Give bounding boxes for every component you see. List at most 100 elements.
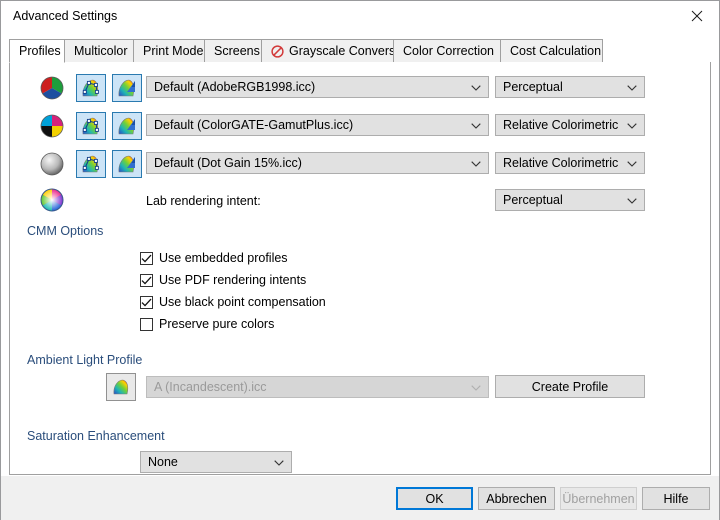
gray-sphere-icon — [40, 152, 64, 176]
chevron-down-icon — [471, 377, 481, 398]
color-wheel-icon — [40, 188, 64, 212]
gamut-curve-icon — [80, 78, 102, 98]
color-wheel-glyph — [40, 188, 64, 212]
title-bar: Advanced Settings — [1, 1, 719, 31]
dialog-footer: OK Abbrechen Übernehmen Hilfe — [1, 475, 719, 520]
cmyk-pie-glyph — [40, 114, 64, 138]
cmyk-pie-icon — [40, 114, 64, 138]
rgb-profile-value: Default (AdobeRGB1998.icc) — [154, 80, 315, 94]
chevron-down-icon — [471, 153, 481, 174]
cmyk-intent-value: Relative Colorimetric — [503, 118, 618, 132]
profiles-panel: Default (AdobeRGB1998.icc) Perceptual — [9, 62, 711, 475]
apply-label: Übernehmen — [562, 492, 634, 506]
tab-label: Cost Calculation — [510, 44, 601, 58]
checkbox-use-black-point-compensation[interactable]: Use black point compensation — [140, 293, 326, 311]
ambient-light-profile-heading: Ambient Light Profile — [27, 353, 142, 367]
chevron-down-icon — [627, 115, 637, 136]
cmm-options-heading: CMM Options — [27, 224, 103, 238]
chevron-down-icon — [471, 115, 481, 136]
checkbox-label: Use black point compensation — [159, 295, 326, 309]
ambient-gamut-button[interactable] — [106, 373, 136, 401]
rgb-pie-icon — [40, 76, 64, 100]
check-icon — [141, 298, 152, 307]
help-label: Hilfe — [663, 492, 688, 506]
cancel-label: Abbrechen — [486, 492, 546, 506]
rgb-intent-value: Perceptual — [503, 80, 563, 94]
tab-screens[interactable]: Screens — [204, 39, 262, 63]
tab-color-correction[interactable]: Color Correction — [393, 39, 501, 63]
chevron-down-icon — [627, 153, 637, 174]
gray-gamut-curve-button[interactable] — [76, 150, 106, 178]
apply-button: Übernehmen — [560, 487, 637, 510]
chevron-down-icon — [274, 452, 284, 473]
tab-multicolor[interactable]: Multicolor — [64, 39, 134, 63]
ok-label: OK — [425, 492, 443, 506]
gray-intent-combo[interactable]: Relative Colorimetric — [495, 152, 645, 174]
window-title: Advanced Settings — [13, 9, 117, 23]
gray-intent-value: Relative Colorimetric — [503, 156, 618, 170]
tab-label: Multicolor — [74, 44, 128, 58]
cmyk-gamut-curve-button[interactable] — [76, 112, 106, 140]
cmyk-intent-combo[interactable]: Relative Colorimetric — [495, 114, 645, 136]
gamut-curve-icon — [80, 154, 102, 174]
tab-cost-calculation[interactable]: Cost Calculation — [500, 39, 603, 63]
checkbox-box — [140, 296, 153, 309]
gray-profile-combo[interactable]: Default (Dot Gain 15%.icc) — [146, 152, 489, 174]
create-profile-label: Create Profile — [532, 380, 608, 394]
chevron-down-icon — [627, 77, 637, 98]
tab-label: Profiles — [19, 44, 61, 58]
create-profile-button[interactable]: Create Profile — [495, 375, 645, 398]
rgb-gamut-curve-button[interactable] — [76, 74, 106, 102]
advanced-settings-dialog: Advanced Settings Profiles Multicolor Pr… — [0, 0, 720, 520]
gray-sphere-glyph — [40, 152, 64, 176]
checkbox-label: Use embedded profiles — [159, 251, 288, 265]
checkbox-use-pdf-rendering-intents[interactable]: Use PDF rendering intents — [140, 271, 306, 289]
ambient-profile-value: A (Incandescent).icc — [154, 380, 267, 394]
tab-print-mode[interactable]: Print Mode — [133, 39, 205, 63]
saturation-enhancement-heading: Saturation Enhancement — [27, 429, 165, 443]
tab-label: Color Correction — [403, 44, 494, 58]
close-glyph — [691, 10, 703, 22]
rgb-gamut-button[interactable] — [112, 74, 142, 102]
saturation-combo[interactable]: None — [140, 451, 292, 473]
lab-intent-combo[interactable]: Perceptual — [495, 189, 645, 211]
cmyk-profile-value: Default (ColorGATE-GamutPlus.icc) — [154, 118, 353, 132]
gamut-icon — [116, 78, 138, 98]
saturation-value: None — [148, 455, 178, 469]
checkbox-box — [140, 252, 153, 265]
gray-gamut-button[interactable] — [112, 150, 142, 178]
cmyk-profile-combo[interactable]: Default (ColorGATE-GamutPlus.icc) — [146, 114, 489, 136]
no-entry-glyph — [271, 45, 284, 58]
gamut-icon — [116, 116, 138, 136]
checkbox-box — [140, 274, 153, 287]
checkbox-label: Preserve pure colors — [159, 317, 274, 331]
chevron-down-icon — [627, 190, 637, 211]
close-icon[interactable] — [674, 1, 719, 30]
tab-label: Print Mode — [143, 44, 203, 58]
cmyk-gamut-button[interactable] — [112, 112, 142, 140]
lab-rendering-intent-label: Lab rendering intent: — [146, 194, 261, 208]
rgb-profile-combo[interactable]: Default (AdobeRGB1998.icc) — [146, 76, 489, 98]
checkbox-use-embedded-profiles[interactable]: Use embedded profiles — [140, 249, 288, 267]
rgb-intent-combo[interactable]: Perceptual — [495, 76, 645, 98]
tab-label: Screens — [214, 44, 260, 58]
ambient-profile-combo: A (Incandescent).icc — [146, 376, 489, 398]
ok-button[interactable]: OK — [396, 487, 473, 510]
checkbox-preserve-pure-colors[interactable]: Preserve pure colors — [140, 315, 274, 333]
check-icon — [141, 254, 152, 263]
lab-intent-value: Perceptual — [503, 193, 563, 207]
rgb-pie-glyph — [40, 76, 64, 100]
gray-profile-value: Default (Dot Gain 15%.icc) — [154, 156, 302, 170]
checkbox-box — [140, 318, 153, 331]
gamut-icon — [110, 377, 132, 397]
checkbox-label: Use PDF rendering intents — [159, 273, 306, 287]
tab-bar: Profiles Multicolor Print Mode Screens G… — [9, 39, 711, 63]
chevron-down-icon — [471, 77, 481, 98]
help-button[interactable]: Hilfe — [642, 487, 710, 510]
check-icon — [141, 276, 152, 285]
cancel-button[interactable]: Abbrechen — [478, 487, 555, 510]
no-entry-icon — [271, 45, 284, 58]
gamut-icon — [116, 154, 138, 174]
tab-grayscale-conversion[interactable]: Grayscale Conversion — [261, 39, 394, 63]
tab-profiles[interactable]: Profiles — [9, 39, 65, 63]
